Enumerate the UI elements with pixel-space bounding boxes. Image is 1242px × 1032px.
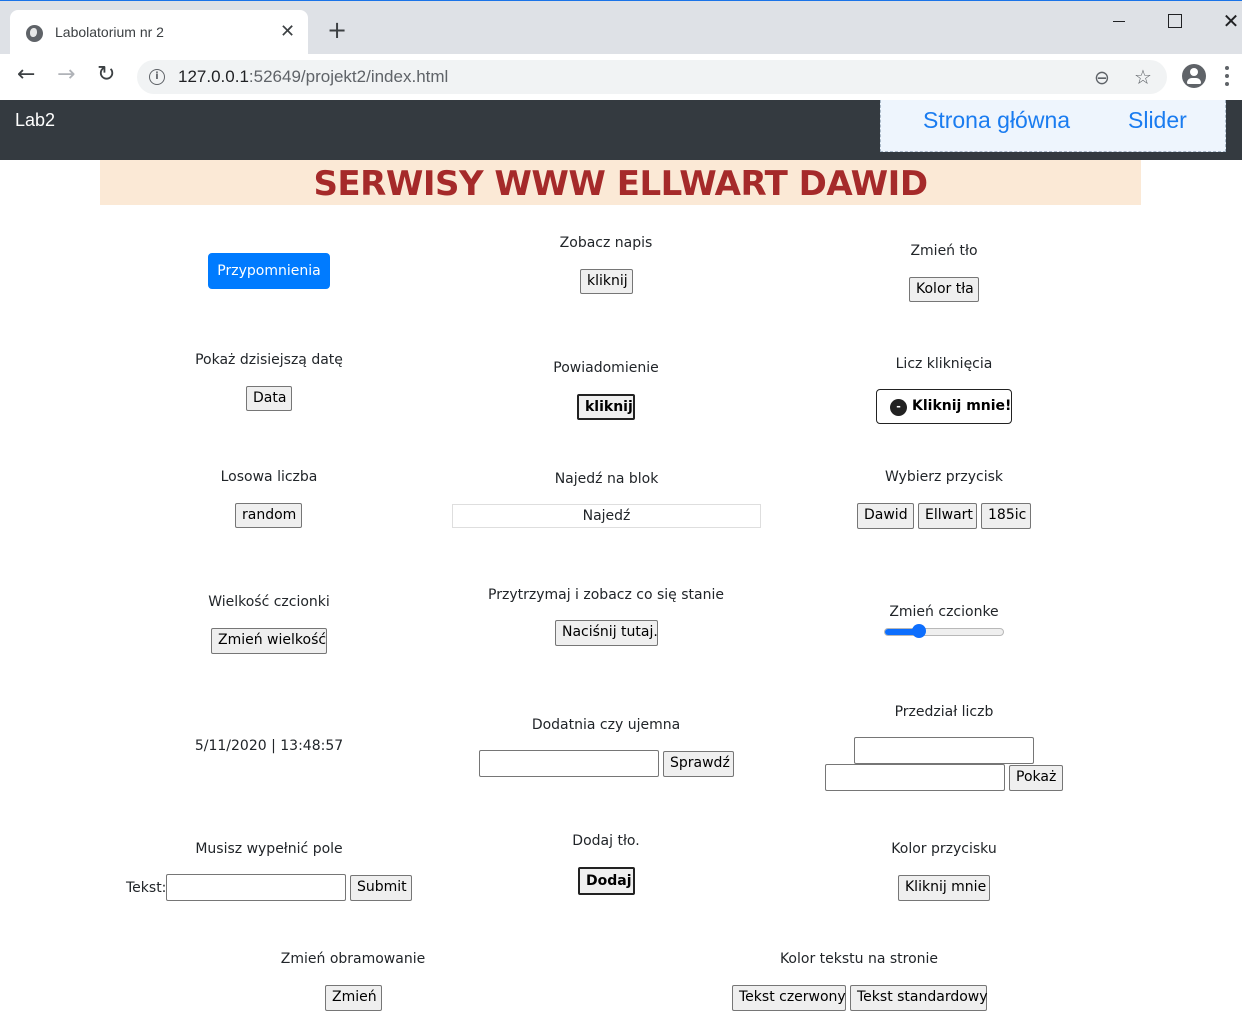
tekst-standardowy-button[interactable]: Tekst standardowy	[850, 985, 988, 1011]
random-button[interactable]: random	[235, 503, 302, 528]
przedzial-liczb-label: Przedział liczb	[894, 704, 994, 720]
maximize-window-icon[interactable]	[1151, 8, 1197, 36]
navbar-brand[interactable]: Lab2	[15, 110, 55, 131]
zobacz-napis-label: Zobacz napis	[559, 235, 653, 251]
site-navbar: Lab2 Strona główna Slider	[0, 100, 1242, 160]
back-arrow-icon[interactable]: ←	[17, 64, 35, 86]
dodaj-tlo-label: Dodaj tło.	[572, 833, 640, 849]
cell-losowa-liczba: Losowa liczba random	[119, 466, 419, 536]
cell-przypomnienia: Przypomnienia	[168, 240, 368, 300]
browser-toolbar: ← → ↻ i 127.0.0.1:52649/projekt2/index.h…	[0, 54, 1242, 100]
zmien-obramowanie-label: Zmień obramowanie	[280, 951, 426, 967]
close-window-icon[interactable]: ✕	[1208, 8, 1242, 36]
cell-wypelnij-pole: Musisz wypełnić pole Tekst: Submit	[119, 838, 419, 908]
slider-thumb[interactable]	[912, 624, 926, 638]
cell-przytrzymaj: Przytrzymaj i zobacz co się stanie Naciś…	[456, 584, 756, 654]
zmien-obramowanie-button[interactable]: Zmień	[325, 985, 382, 1011]
minimize-window-icon[interactable]	[1096, 8, 1142, 36]
powiadomienie-button[interactable]: kliknij	[577, 394, 635, 420]
zmien-czcionke-label: Zmień czcionke	[889, 604, 999, 620]
najedz-hover-block[interactable]: Najedź	[452, 504, 761, 528]
range-end-input[interactable]	[825, 764, 1005, 791]
range-start-input[interactable]	[854, 737, 1034, 764]
zoom-out-icon[interactable]: ⊖	[1094, 67, 1110, 89]
cell-data: Pokaż dzisiejszą datę Data	[119, 349, 419, 419]
account-icon[interactable]	[1182, 64, 1206, 88]
wybierz-przycisk-label: Wybierz przycisk	[884, 469, 1004, 485]
tekst-input[interactable]	[166, 874, 346, 901]
site-info-icon[interactable]: i	[149, 69, 165, 85]
przypomnienia-button[interactable]: Przypomnienia	[208, 253, 330, 289]
nav-link-home[interactable]: Strona główna	[923, 107, 1070, 134]
url-host: 127.0.0.1	[178, 67, 249, 86]
cell-zegar: 5/11/2020 | 13:48:57	[119, 736, 419, 758]
cell-zmien-obramowanie: Zmień obramowanie Zmień	[203, 948, 503, 1018]
dodatnia-label: Dodatnia czy ujemna	[531, 717, 681, 733]
cell-wybierz-przycisk: Wybierz przycisk Dawid Ellwart 185ic	[794, 466, 1094, 536]
tekst-field-label: Tekst:	[126, 880, 167, 896]
przytrzymaj-label: Przytrzymaj i zobacz co się stanie	[488, 587, 724, 603]
ellwart-button[interactable]: Ellwart	[918, 503, 977, 529]
kliknij-mnie-button[interactable]: Kliknij mnie	[898, 875, 990, 901]
dodaj-button[interactable]: Dodaj	[578, 867, 635, 895]
cell-zmien-czcionke: Zmień czcionke	[794, 601, 1094, 651]
cell-kolor-przycisku: Kolor przycisku Kliknij mnie	[794, 838, 1094, 908]
zmien-wielkosc-button[interactable]: Zmień wielkość	[211, 628, 327, 654]
pokaz-button[interactable]: Pokaż	[1009, 765, 1063, 791]
zobacz-napis-button[interactable]: kliknij	[580, 269, 633, 294]
wypelnij-pole-label: Musisz wypełnić pole	[195, 841, 343, 857]
new-tab-icon[interactable]: +	[327, 18, 347, 42]
reload-icon[interactable]: ↻	[97, 64, 115, 86]
click-counter-badge: -	[890, 399, 907, 416]
page-title: SERWISY WWW ELLWART DAWID	[313, 164, 928, 204]
powiadomienie-label: Powiadomienie	[553, 360, 659, 376]
sprawdz-button[interactable]: Sprawdź	[663, 751, 734, 777]
kolor-tekstu-label: Kolor tekstu na stronie	[779, 951, 939, 967]
url-text[interactable]: 127.0.0.1:52649/projekt2/index.html	[178, 67, 448, 87]
cell-wielkosc-czcionki: Wielkość czcionki Zmień wielkość	[119, 591, 419, 661]
kolor-tla-button[interactable]: Kolor tła	[909, 277, 979, 302]
page-header-banner: SERWISY WWW ELLWART DAWID	[100, 160, 1141, 205]
cell-zmien-tlo: Zmień tło Kolor tła	[794, 240, 1094, 310]
zmien-tlo-label: Zmień tło	[910, 243, 978, 259]
navbar-links: Strona główna Slider	[880, 100, 1226, 152]
cell-dodaj-tlo: Dodaj tło. Dodaj	[456, 830, 756, 900]
font-size-slider[interactable]	[884, 624, 1004, 638]
nav-link-slider[interactable]: Slider	[1128, 107, 1187, 134]
dawid-button[interactable]: Dawid	[857, 503, 914, 529]
close-tab-icon[interactable]: ✕	[280, 21, 295, 42]
cell-najedz: Najedź na blok Najedź	[452, 468, 761, 538]
cell-dodatnia: Dodatnia czy ujemna Sprawdź	[456, 714, 756, 784]
licz-klikniecia-label: Licz kliknięcia	[895, 356, 993, 372]
date-time-display: 5/11/2020 | 13:48:57	[194, 738, 344, 754]
cell-powiadomienie: Powiadomienie kliknij	[456, 357, 756, 427]
najedz-label: Najedź na blok	[554, 471, 659, 487]
cell-zobacz-napis: Zobacz napis kliknij	[456, 232, 756, 302]
globe-icon	[26, 25, 43, 42]
number-input[interactable]	[479, 750, 659, 777]
losowa-liczba-label: Losowa liczba	[220, 469, 318, 485]
submit-button[interactable]: Submit	[350, 875, 412, 901]
kebab-menu-icon[interactable]	[1225, 66, 1229, 86]
185ic-button[interactable]: 185ic	[981, 503, 1031, 529]
cell-przedzial-liczb: Przedział liczb Pokaż	[794, 701, 1094, 796]
tab-title: Labolatorium nr 2	[55, 24, 164, 40]
cell-kolor-tekstu: Kolor tekstu na stronie Tekst czerwony T…	[709, 948, 1009, 1018]
data-button[interactable]: Data	[246, 386, 292, 411]
nacisnij-tutaj-button[interactable]: Naciśnij tutaj.	[555, 620, 658, 646]
browser-tab[interactable]: Labolatorium nr 2 ✕	[10, 10, 308, 56]
data-label: Pokaż dzisiejszą datę	[195, 352, 343, 368]
cell-licz-klikniecia: Licz kliknięcia - Kliknij mnie!	[794, 353, 1094, 428]
tekst-czerwony-button[interactable]: Tekst czerwony	[732, 985, 846, 1011]
address-bar[interactable]: i 127.0.0.1:52649/projekt2/index.html ⊖ …	[137, 60, 1167, 94]
kliknij-mnie-counter-button[interactable]: - Kliknij mnie!	[876, 389, 1012, 424]
kolor-przycisku-label: Kolor przycisku	[891, 841, 997, 857]
wielkosc-czcionki-label: Wielkość czcionki	[208, 594, 330, 610]
url-path: :52649/projekt2/index.html	[248, 67, 449, 86]
kliknij-mnie-counter-label: Kliknij mnie!	[912, 398, 1012, 414]
forward-arrow-icon[interactable]: →	[57, 64, 75, 86]
bookmark-star-icon[interactable]: ☆	[1134, 65, 1152, 89]
